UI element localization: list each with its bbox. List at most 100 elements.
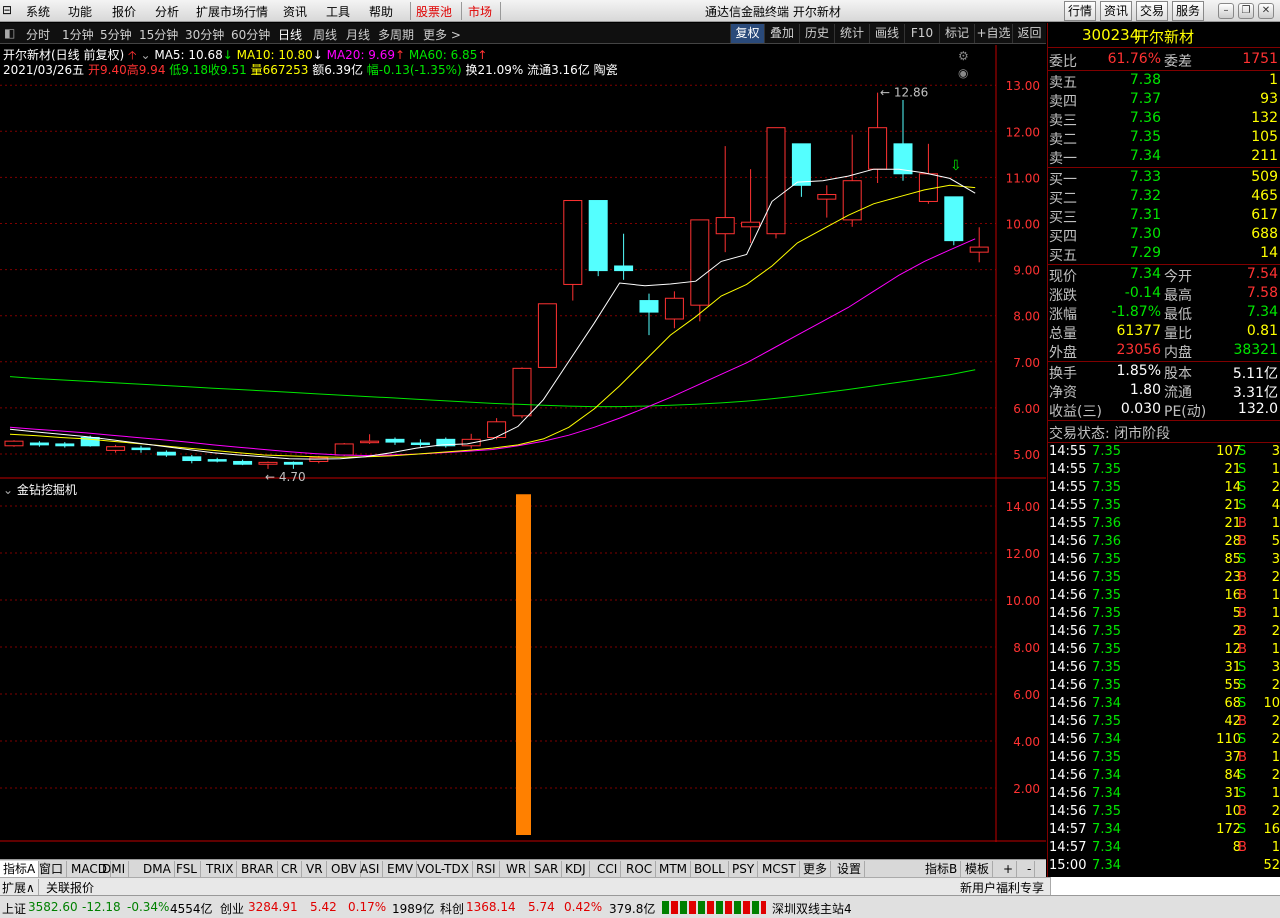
tool-draw[interactable]: 画线 <box>869 24 904 43</box>
indicator-right-tab-2[interactable]: + <box>1000 861 1018 877</box>
period-tab[interactable]: 1分钟 <box>62 26 94 43</box>
indicator-tab-8[interactable]: CR <box>278 861 302 877</box>
tool-mark[interactable]: 标记 <box>939 24 974 43</box>
stat-value: 23056 <box>1116 342 1161 358</box>
indicator-right-tab-0[interactable]: 指标B <box>922 861 962 877</box>
indicator-tab-20[interactable]: MTM <box>656 861 692 877</box>
menu-quote[interactable]: 报价 <box>112 3 136 20</box>
indicator-tab-10[interactable]: OBV <box>328 861 361 877</box>
menu-ext-market[interactable]: 扩展市场行情 <box>196 3 268 20</box>
menu-news[interactable]: 资讯 <box>283 3 307 20</box>
indicator-tab-3[interactable]: DMI <box>99 861 130 877</box>
news-button[interactable]: 资讯 <box>1100 1 1132 21</box>
kc-index-label[interactable]: 科创 <box>440 900 464 917</box>
indicator-tab-21[interactable]: BOLL <box>691 861 729 877</box>
chevron-down-icon[interactable]: ⌄ <box>3 483 13 497</box>
candle-body <box>410 442 430 446</box>
indicator-tab-4[interactable]: DMA <box>140 861 175 877</box>
indicator-tab-12[interactable]: EMV <box>384 861 418 877</box>
period-more[interactable]: 更多 > <box>423 26 461 43</box>
minimize-icon[interactable]: – <box>1218 3 1234 19</box>
collapse-icon[interactable]: ◉ <box>958 66 968 80</box>
tool-back[interactable]: 返回 <box>1012 24 1046 43</box>
indicator-tab-24[interactable]: 更多 <box>800 861 832 877</box>
indicator-tab-7[interactable]: BRAR <box>238 861 278 877</box>
indicator-tab-16[interactable]: SAR <box>531 861 563 877</box>
indicator-right-tab-1[interactable]: 模板 <box>962 861 994 877</box>
indicator-tab-15[interactable]: WR <box>503 861 531 877</box>
close-icon[interactable]: ✕ <box>1258 3 1274 19</box>
weibi-row: 委比 61.76% 委差 1751 <box>1048 51 1280 70</box>
indicator-tab-0[interactable]: 指标A <box>0 861 40 877</box>
tool-fuquan[interactable]: 复权 <box>730 24 764 43</box>
tick-row: 14:56 7.35 23 B 2 <box>1048 570 1280 589</box>
tick-count: 2 <box>1271 804 1280 819</box>
menu-system[interactable]: 系统 <box>26 3 50 20</box>
expand-button[interactable]: 扩展∧ <box>2 879 39 896</box>
indicator-tab-13[interactable]: VOL-TDX <box>414 861 473 877</box>
indicator-tab-11[interactable]: ASI <box>357 861 384 877</box>
tool-f10[interactable]: F10 <box>904 24 939 43</box>
menu-tools[interactable]: 工具 <box>326 3 350 20</box>
trade-button[interactable]: 交易 <box>1136 1 1168 21</box>
server-status[interactable]: 深圳双线主站4 <box>772 900 852 917</box>
tick-row: 14:56 7.35 10 B 2 <box>1048 804 1280 823</box>
stat-row: 总量 61377 量比 0.81 <box>1048 323 1280 342</box>
period-tab[interactable]: 周线 <box>313 26 337 43</box>
menu-stock-pool[interactable]: 股票池 <box>416 3 452 20</box>
industry: 陶瓷 <box>593 63 618 77</box>
period-tab[interactable]: 分时 <box>26 26 50 43</box>
indicator-tab-22[interactable]: PSY <box>729 861 759 877</box>
candle-body <box>131 447 151 451</box>
stat-label: 最低 <box>1164 307 1192 323</box>
tick-side: S <box>1238 678 1247 693</box>
sh-index-label[interactable]: 上证 <box>2 900 26 917</box>
menu-market[interactable]: 市场 <box>468 3 492 20</box>
indicator-tab-6[interactable]: TRIX <box>203 861 238 877</box>
cy-index-label[interactable]: 创业 <box>220 900 244 917</box>
period-tab[interactable]: 30分钟 <box>185 26 224 43</box>
indicator-tab-17[interactable]: KDJ <box>562 861 590 877</box>
indicator-tab-5[interactable]: FSL <box>173 861 201 877</box>
menu-help[interactable]: 帮助 <box>369 3 393 20</box>
indicator-tab-9[interactable]: VR <box>303 861 327 877</box>
tool-history[interactable]: 历史 <box>799 24 834 43</box>
tick-time: 14:55 <box>1049 498 1087 513</box>
indicator-tab-25[interactable]: 设置 <box>834 861 866 877</box>
tick-count: 1 <box>1271 786 1280 801</box>
tick-time: 14:56 <box>1049 696 1087 711</box>
related-quote-button[interactable]: 关联报价 <box>46 879 94 896</box>
period-tab[interactable]: 60分钟 <box>231 26 270 43</box>
period-tab[interactable]: 月线 <box>346 26 370 43</box>
tool-overlay[interactable]: 叠加 <box>764 24 799 43</box>
menu-function[interactable]: 功能 <box>68 3 92 20</box>
service-button[interactable]: 服务 <box>1172 1 1204 21</box>
indicator-tab-19[interactable]: ROC <box>623 861 657 877</box>
period-tab[interactable]: 5分钟 <box>100 26 132 43</box>
period-tab[interactable]: 15分钟 <box>139 26 178 43</box>
kline-chart[interactable]: 13.00 12.00 11.00 10.00 9.00 8.00 7.00 6.00 5.00… <box>0 45 1046 842</box>
tool-stats[interactable]: 统计 <box>834 24 869 43</box>
indicator-tab-18[interactable]: CCI <box>594 861 622 877</box>
period-tab-daily[interactable]: 日线 <box>278 26 302 43</box>
quote-button[interactable]: 行情 <box>1064 1 1096 21</box>
tick-row: 14:55 7.35 21 S 4 <box>1048 498 1280 517</box>
menu-analysis[interactable]: 分析 <box>155 3 179 20</box>
indicator-right-tab-3[interactable]: - <box>1024 861 1036 877</box>
tick-side: S <box>1238 552 1247 567</box>
app-icon[interactable]: ⊟ <box>2 3 12 17</box>
panel-toggle-icon[interactable]: ◧ <box>4 26 15 40</box>
restore-icon[interactable]: ❐ <box>1238 3 1254 19</box>
ask-price: 7.37 <box>1129 91 1161 107</box>
tool-add-watchlist[interactable]: +自选 <box>974 24 1012 43</box>
indicator-tab-23[interactable]: MCST <box>759 861 800 877</box>
chevron-down-icon[interactable]: ⌄ <box>140 48 150 62</box>
indicator-tab-14[interactable]: RSI <box>473 861 500 877</box>
kc-index-pct: 0.42% <box>564 900 603 914</box>
tick-side: S <box>1238 462 1247 477</box>
divider <box>1048 167 1280 168</box>
settings-icon[interactable]: ⚙ <box>958 49 969 63</box>
indicator-tab-1[interactable]: 窗口 <box>36 861 68 877</box>
period-tab[interactable]: 多周期 <box>378 26 414 43</box>
new-user-promo[interactable]: 新用户福利专享 <box>960 879 1044 896</box>
